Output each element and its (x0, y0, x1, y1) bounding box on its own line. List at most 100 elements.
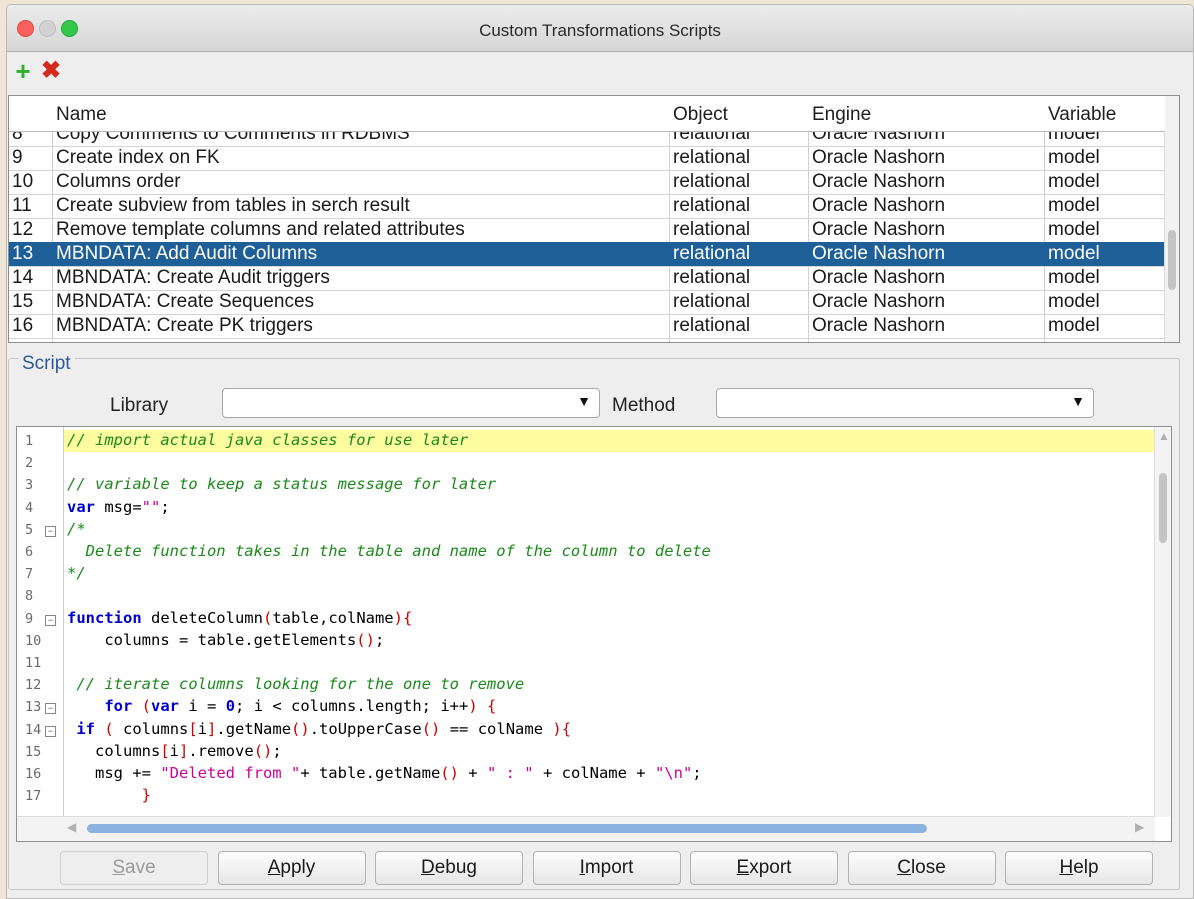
table-row[interactable]: 14 MBNDATA: Create Audit triggers relation… (9, 266, 1165, 291)
row-engine: Oracle Nashorn (812, 171, 946, 192)
row-number: 10 (12, 171, 34, 192)
line-number-gutter: 1 2 3 4 5−6 7 8 9−10 11 12 13−14−15 16 17 (17, 427, 64, 817)
code-token: // variable to keep a status message for… (67, 475, 497, 494)
script-editor[interactable]: 1 2 3 4 5−6 7 8 9−10 11 12 13−14−15 16 17 // import … (16, 426, 1172, 842)
fold-toggle-icon[interactable]: − (45, 614, 56, 626)
editor-vertical-scroll-thumb[interactable] (1159, 473, 1167, 543)
row-number: 12 (12, 219, 34, 240)
apply-button[interactable]: Apply (217, 851, 366, 885)
fold-toggle-icon[interactable]: − (45, 725, 56, 737)
method-select[interactable]: ▼ (716, 388, 1094, 418)
code-token: ] (207, 719, 217, 738)
code-token: () (440, 764, 459, 782)
header-name[interactable]: Name (56, 104, 107, 126)
row-number: 15 (12, 291, 34, 312)
table-row[interactable]: 10 Columns order relational Oracle Nashorn m… (9, 170, 1165, 195)
row-name: MBNDATA: Add Audit Columns (56, 243, 318, 264)
code-area[interactable]: // import actual java classes for use la… (64, 427, 1154, 817)
row-variable: model (1048, 267, 1100, 288)
row-object: relational (673, 315, 751, 336)
library-select[interactable]: ▼ (222, 388, 600, 418)
code-token: + table.getName (300, 764, 441, 782)
code-token: if (76, 719, 96, 738)
code-token: table,colName (272, 608, 394, 627)
line-number: 14 (25, 721, 42, 738)
line-number: 15 (25, 743, 42, 760)
code-token: function (67, 608, 142, 627)
row-object: relational (673, 132, 751, 144)
close-button[interactable]: Close (847, 851, 996, 885)
code-token: + (458, 764, 487, 782)
fold-toggle-icon[interactable]: − (45, 525, 56, 537)
code-line: columns = table.getElements(); (67, 631, 384, 649)
table-row[interactable]: 9 Create index on FK relational Oracle Nash… (9, 146, 1165, 171)
row-number: 8 (12, 132, 23, 144)
save-button[interactable]: Save (60, 851, 208, 885)
code-token: /* (67, 519, 86, 538)
code-token: ( (104, 719, 114, 738)
scroll-right-icon[interactable]: ▶ (1135, 820, 1144, 834)
row-engine: Oracle Nashorn (812, 267, 946, 288)
export-button[interactable]: Export (690, 851, 838, 885)
table-row[interactable]: 16 MBNDATA: Create PK triggers relational O… (9, 314, 1165, 339)
code-token: " : " (486, 764, 534, 782)
code-token: "\n" (654, 764, 693, 782)
scroll-up-icon[interactable]: ▲ (1158, 429, 1170, 443)
table-row-selected[interactable]: 13 MBNDATA: Add Audit Columns relational Or… (9, 242, 1165, 267)
row-engine: Oracle Nashorn (812, 315, 946, 336)
table-row[interactable]: 12 Remove template columns and related at… (9, 218, 1165, 243)
editor-horizontal-scrollbar[interactable]: ◀ ▶ (17, 816, 1155, 841)
row-variable: model (1048, 243, 1100, 264)
window-title: Custom Transformations Scripts (479, 21, 721, 40)
table-row[interactable]: 11 Create subview from tables in serch re… (9, 194, 1165, 219)
debug-button[interactable]: Debug (375, 851, 523, 885)
line-number: 11 (25, 655, 42, 671)
line-number: 4 (25, 499, 34, 516)
code-token: ; (374, 630, 385, 649)
code-token: ] (179, 741, 189, 760)
line-number: 5 (25, 521, 34, 538)
header-engine[interactable]: Engine (812, 104, 871, 126)
code-token: .toUpperCase (309, 719, 422, 738)
code-line: /* (67, 520, 86, 538)
code-token: Delete function takes in the table and n… (67, 542, 711, 560)
editor-horizontal-scroll-thumb[interactable] (87, 824, 927, 833)
button-label-rest: ebug (434, 857, 477, 878)
table-vertical-scrollbar[interactable] (1164, 96, 1179, 342)
code-token: .remove (188, 741, 254, 760)
code-line: */ (67, 564, 86, 582)
line-number: 1 (25, 433, 34, 449)
row-variable: model (1048, 132, 1100, 144)
code-token: // iterate columns looking for the one t… (67, 675, 525, 694)
line-number: 3 (25, 477, 34, 494)
code-token: 0 (225, 697, 236, 716)
header-object[interactable]: Object (673, 104, 728, 126)
table-row[interactable]: 15 MBNDATA: Create Sequences relational Ora… (9, 290, 1165, 315)
button-mnemonic: D (420, 857, 435, 878)
x-icon[interactable]: ✖ (40, 59, 62, 83)
row-variable: model (1048, 171, 1100, 192)
code-line: var msg=""; (67, 498, 170, 516)
table-header: Name Object Engine Variable (9, 96, 1165, 132)
code-token: msg= (95, 497, 142, 516)
fold-toggle-icon[interactable]: − (45, 703, 56, 715)
table-scroll-thumb[interactable] (1168, 229, 1176, 290)
header-variable[interactable]: Variable (1048, 104, 1116, 126)
editor-vertical-scrollbar[interactable]: ▲ (1154, 427, 1171, 817)
line-number: 13 (25, 699, 42, 716)
row-object: relational (673, 291, 751, 312)
import-button[interactable]: Import (532, 851, 681, 885)
row-variable: model (1048, 219, 1100, 240)
code-line: for (var i = 0; i < columns.length; i++)… (67, 697, 496, 715)
help-button[interactable]: Help (1005, 851, 1153, 885)
code-token: for (104, 697, 133, 716)
code-token: ; i < columns.length; i++ (235, 697, 469, 716)
method-label: Method (612, 395, 676, 416)
plus-icon[interactable]: + (12, 58, 34, 84)
scroll-left-icon[interactable]: ◀ (67, 820, 76, 834)
table-row[interactable]: 8 Copy Comments to Comments in RDBMS relat… (9, 132, 1165, 147)
code-token: () (421, 719, 441, 738)
row-name: Create subview from tables in serch resu… (56, 195, 410, 216)
